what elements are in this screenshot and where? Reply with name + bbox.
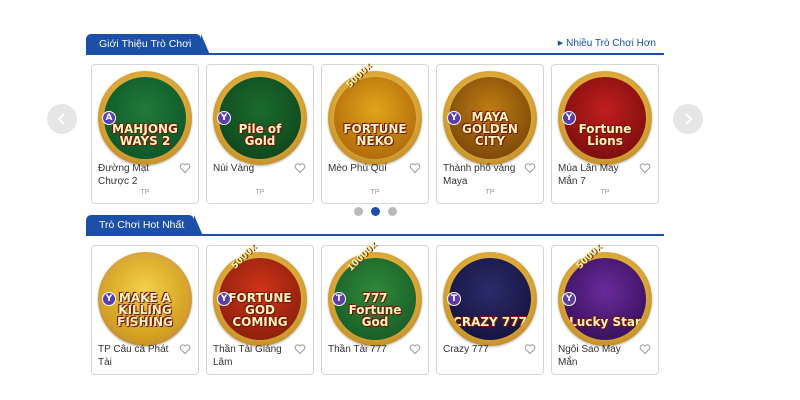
carousel-prev-button[interactable] bbox=[47, 104, 77, 134]
provider-badge-icon: T bbox=[447, 292, 461, 306]
game-art: FORTUNE NEKO bbox=[334, 77, 416, 159]
intro-section: Giới Thiệu Trò Chơi ▶ Nhiều Trò Chơi Hơn bbox=[86, 34, 664, 55]
game-art: MAKE A KILLING FISHING bbox=[104, 258, 186, 340]
provider-tag: TP bbox=[485, 189, 495, 196]
intro-section-title: Giới Thiệu Trò Chơi bbox=[86, 34, 211, 55]
game-thumbnail[interactable]: MAHJONG WAYS 2A bbox=[98, 71, 192, 165]
provider-badge-icon: Y bbox=[217, 111, 231, 125]
provider-badge-icon: Y bbox=[562, 111, 576, 125]
game-art-title: Pile of Gold bbox=[238, 122, 282, 148]
game-art: CRAZY 777 bbox=[449, 258, 531, 340]
game-thumbnail[interactable]: MAYA GOLDEN CITY Y bbox=[443, 71, 537, 165]
game-name: Ngôi Sao May Mắn bbox=[558, 344, 621, 368]
heart-icon[interactable] bbox=[179, 162, 191, 174]
game-card[interactable]: CRAZY 777 T Crazy 777 bbox=[436, 245, 544, 375]
hot-section: Trò Chơi Hot Nhất bbox=[86, 215, 664, 236]
game-card[interactable]: FORTUNE NEKO 5000x Mèo Phú Quí TP bbox=[321, 62, 429, 204]
game-art-title: Lucky Star bbox=[569, 315, 641, 329]
provider-tag: TP bbox=[370, 189, 380, 196]
provider-tag: TP bbox=[255, 189, 265, 196]
game-art: Fortune Lions bbox=[564, 77, 646, 159]
chevron-right-icon bbox=[685, 113, 693, 125]
intro-section-header: Giới Thiệu Trò Chơi ▶ Nhiều Trò Chơi Hơn bbox=[86, 34, 664, 55]
game-name: Thần Tài 777 bbox=[328, 344, 387, 355]
game-art-title: FORTUNE GOD COMING bbox=[228, 291, 292, 329]
heart-icon[interactable] bbox=[409, 162, 421, 174]
provider-badge-icon: Y bbox=[217, 292, 231, 306]
heart-icon[interactable] bbox=[294, 343, 306, 355]
game-name: Múa Lân May Mắn 7 bbox=[558, 163, 619, 187]
provider-badge-icon: Y bbox=[447, 111, 461, 125]
heart-icon[interactable] bbox=[639, 162, 651, 174]
game-art-title: Fortune Lions bbox=[578, 122, 632, 148]
game-art: 777 Fortune God bbox=[334, 258, 416, 340]
provider-badge-icon: Y bbox=[102, 292, 116, 306]
carousel-next-button[interactable] bbox=[673, 104, 703, 134]
game-art: MAHJONG WAYS 2 bbox=[104, 77, 186, 159]
game-art: FORTUNE GOD COMING bbox=[219, 258, 301, 340]
provider-tag: TP bbox=[140, 189, 150, 196]
game-thumbnail[interactable]: Lucky Star 5000x Y bbox=[558, 243, 652, 346]
game-card[interactable]: Lucky Star 5000x Y Ngôi Sao May Mắn bbox=[551, 243, 659, 375]
game-thumbnail[interactable]: MAKE A KILLING FISHING Y bbox=[98, 252, 192, 346]
heart-icon[interactable] bbox=[294, 162, 306, 174]
game-thumbnail[interactable]: Pile of Gold Y bbox=[213, 71, 307, 165]
game-art-title: MAKE A KILLING FISHING bbox=[117, 291, 173, 329]
hot-section-title: Trò Chơi Hot Nhất bbox=[86, 215, 204, 236]
game-name: Núi Vàng bbox=[213, 163, 255, 174]
game-name: Mèo Phú Quí bbox=[328, 163, 387, 174]
game-art-title: CRAZY 777 bbox=[453, 315, 527, 329]
hot-game-list: MAKE A KILLING FISHING Y TP Câu cá Phát Tà… bbox=[91, 240, 659, 375]
game-name: Crazy 777 bbox=[443, 344, 489, 355]
game-card[interactable]: Pile of Gold Y Núi Vàng TP bbox=[206, 64, 314, 204]
game-art: Lucky Star bbox=[564, 258, 646, 340]
heart-icon[interactable] bbox=[524, 162, 536, 174]
game-thumbnail[interactable]: FORTUNE GOD COMING 5000x Y bbox=[213, 243, 307, 346]
triangle-right-icon: ▶ bbox=[557, 40, 564, 47]
intro-game-list: MAHJONG WAYS 2 A Đường Mạt Chược 2 TP Pile o… bbox=[91, 62, 659, 204]
more-games-label: Nhiều Trò Chơi Hơn bbox=[566, 38, 656, 49]
provider-badge-icon: Y bbox=[562, 292, 576, 306]
game-thumbnail[interactable]: Fortune Lions Y bbox=[558, 71, 652, 165]
game-card[interactable]: 777 Fortune God 10000x T Thần Tài 777 bbox=[321, 240, 429, 375]
provider-badge-icon: A bbox=[102, 111, 116, 125]
game-name: TP Câu cá Phát Tài bbox=[98, 344, 169, 368]
game-art-title: MAYA GOLDEN CITY bbox=[462, 110, 518, 148]
game-name: Đường Mạt Chược 2 bbox=[98, 163, 150, 187]
heart-icon[interactable] bbox=[179, 343, 191, 355]
more-games-link[interactable]: ▶ Nhiều Trò Chơi Hơn bbox=[558, 38, 656, 49]
game-thumbnail[interactable]: FORTUNE NEKO 5000x bbox=[328, 62, 422, 165]
game-art-title: 777 Fortune God bbox=[348, 291, 402, 329]
hot-section-header: Trò Chơi Hot Nhất bbox=[86, 215, 664, 236]
provider-tag: TP bbox=[600, 189, 610, 196]
game-card[interactable]: Fortune Lions Y Múa Lân May Mắn 7 TP bbox=[551, 64, 659, 204]
game-card[interactable]: MAYA GOLDEN CITY Y Thành phố vàng Maya TP bbox=[436, 64, 544, 204]
game-card[interactable]: MAHJONG WAYS 2 A Đường Mạt Chược 2 TP bbox=[91, 64, 199, 204]
game-card[interactable]: MAKE A KILLING FISHING Y TP Câu cá Phát Tà… bbox=[91, 245, 199, 375]
heart-icon[interactable] bbox=[524, 343, 536, 355]
game-card[interactable]: FORTUNE GOD COMING 5000x Y Thần Tài Giáng L… bbox=[206, 243, 314, 375]
game-name: Thần Tài Giáng Lâm bbox=[213, 344, 282, 368]
chevron-left-icon bbox=[57, 113, 65, 125]
heart-icon[interactable] bbox=[409, 343, 421, 355]
game-art: Pile of Gold bbox=[219, 77, 301, 159]
game-art-title: MAHJONG WAYS 2 bbox=[112, 122, 178, 148]
game-thumbnail[interactable]: 777 Fortune God 10000x T bbox=[328, 240, 422, 346]
game-thumbnail[interactable]: CRAZY 777 T bbox=[443, 252, 537, 346]
provider-badge-icon: T bbox=[332, 292, 346, 306]
game-art-title: FORTUNE NEKO bbox=[343, 122, 407, 148]
game-art: MAYA GOLDEN CITY bbox=[449, 77, 531, 159]
heart-icon[interactable] bbox=[639, 343, 651, 355]
game-name: Thành phố vàng Maya bbox=[443, 163, 516, 187]
